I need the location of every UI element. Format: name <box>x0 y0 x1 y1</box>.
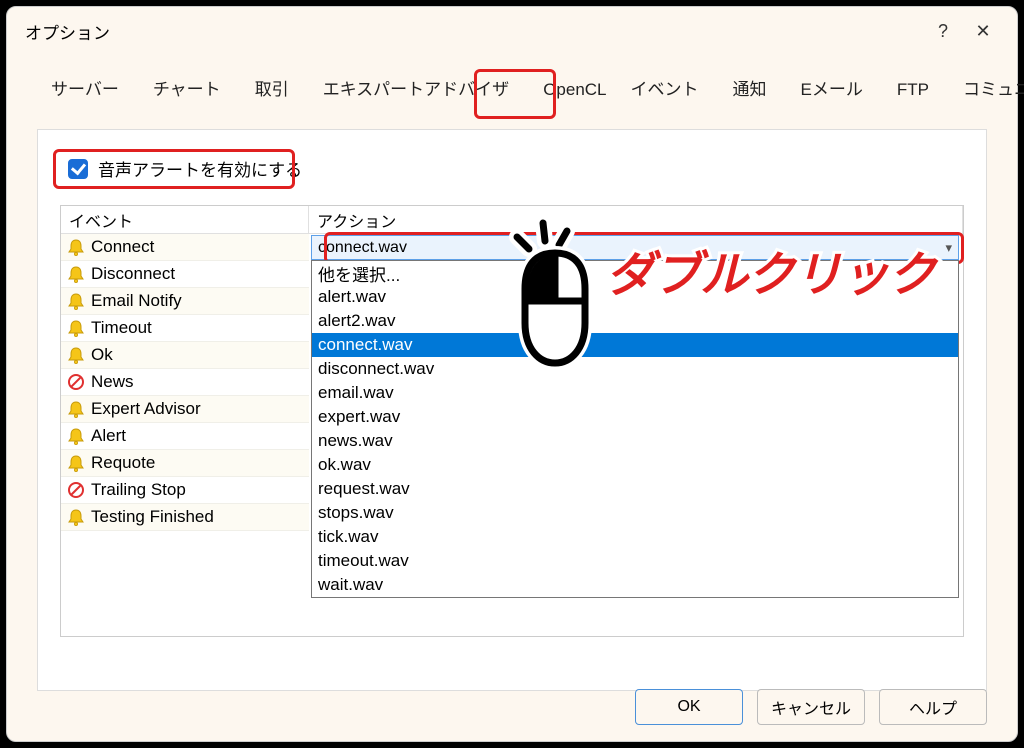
dropdown-item[interactable]: expert.wav <box>312 405 958 429</box>
action-cell-connect[interactable]: connect.wav ▾ <box>309 234 963 261</box>
dropdown-item[interactable]: disconnect.wav <box>312 357 958 381</box>
event-cell[interactable]: Alert <box>61 423 309 450</box>
help-button-bottom[interactable]: ヘルプ <box>879 689 987 725</box>
event-cell[interactable]: Email Notify <box>61 288 309 315</box>
tabs: サーバー チャート 取引 エキスパートアドバイザ OpenCL イベント 通知 … <box>7 51 1017 107</box>
tab-expert-advisor[interactable]: エキスパートアドバイザ <box>307 69 526 106</box>
header-event: イベント <box>61 206 309 234</box>
event-label: Ok <box>91 345 113 365</box>
bell-icon <box>67 265 85 283</box>
dropdown-item[interactable]: alert.wav <box>312 285 958 309</box>
cancel-button[interactable]: キャンセル <box>757 689 865 725</box>
table-header: イベント アクション <box>61 206 963 234</box>
tab-community[interactable]: コミュニティー <box>947 69 1024 106</box>
disabled-icon <box>67 373 85 391</box>
tab-content: 音声アラートを有効にする イベント アクション Connect Disconnec… <box>37 129 987 691</box>
bell-icon <box>67 400 85 418</box>
event-label: Disconnect <box>91 264 175 284</box>
bell-icon <box>67 346 85 364</box>
help-button[interactable]: ? <box>923 21 963 42</box>
event-label: News <box>91 372 134 392</box>
disabled-icon <box>67 481 85 499</box>
dropdown-item[interactable]: request.wav <box>312 477 958 501</box>
event-cell[interactable]: Testing Finished <box>61 504 309 531</box>
action-combobox[interactable]: connect.wav ▾ <box>311 235 959 260</box>
event-label: Alert <box>91 426 126 446</box>
bell-icon <box>67 319 85 337</box>
ok-button[interactable]: OK <box>635 689 743 725</box>
dropdown-item[interactable]: news.wav <box>312 429 958 453</box>
titlebar: オプション ? ✕ <box>7 7 1017 51</box>
tab-ftp[interactable]: FTP <box>881 74 945 106</box>
dropdown-item[interactable]: alert2.wav <box>312 309 958 333</box>
event-label: Trailing Stop <box>91 480 186 500</box>
events-table: イベント アクション Connect Disconnect Email Notify… <box>60 205 964 637</box>
event-cell[interactable]: Trailing Stop <box>61 477 309 504</box>
event-label: Testing Finished <box>91 507 214 527</box>
dropdown-item[interactable]: email.wav <box>312 381 958 405</box>
dialog-buttons: OK キャンセル ヘルプ <box>635 689 987 725</box>
dropdown-item[interactable]: 他を選択... <box>312 261 958 285</box>
event-label: Connect <box>91 237 154 257</box>
event-cell[interactable]: Ok <box>61 342 309 369</box>
bell-icon <box>67 238 85 256</box>
dropdown-item[interactable]: timeout.wav <box>312 549 958 573</box>
bell-icon <box>67 508 85 526</box>
tab-chart[interactable]: チャート <box>137 69 237 106</box>
combobox-value: connect.wav <box>318 239 407 257</box>
event-label: Timeout <box>91 318 152 338</box>
dropdown-item[interactable]: connect.wav <box>312 333 958 357</box>
chevron-down-icon: ▾ <box>945 240 952 256</box>
dropdown-item[interactable]: ok.wav <box>312 453 958 477</box>
header-action: アクション <box>309 206 963 234</box>
event-cell[interactable]: Disconnect <box>61 261 309 288</box>
bell-icon <box>67 427 85 445</box>
event-cell[interactable]: News <box>61 369 309 396</box>
event-label: Expert Advisor <box>91 399 201 419</box>
dropdown-item[interactable]: wait.wav <box>312 573 958 597</box>
combobox-dropdown[interactable]: 他を選択...alert.wavalert2.wavconnect.wavdis… <box>311 260 959 598</box>
options-dialog: オプション ? ✕ サーバー チャート 取引 エキスパートアドバイザ OpenC… <box>6 6 1018 742</box>
event-cell[interactable]: Timeout <box>61 315 309 342</box>
tab-events[interactable]: イベント <box>615 69 715 106</box>
close-button[interactable]: ✕ <box>963 21 1003 42</box>
event-cell[interactable]: Connect <box>61 234 309 261</box>
checkbox-label: 音声アラートを有効にする <box>98 156 302 181</box>
checkbox-icon <box>68 159 88 179</box>
event-label: Email Notify <box>91 291 182 311</box>
tab-trade[interactable]: 取引 <box>239 69 305 106</box>
bell-icon <box>67 292 85 310</box>
tab-opencl[interactable]: OpenCL <box>527 74 612 106</box>
tab-notifications[interactable]: 通知 <box>717 69 783 106</box>
tab-email[interactable]: Eメール <box>785 69 879 106</box>
event-cell[interactable]: Expert Advisor <box>61 396 309 423</box>
event-label: Requote <box>91 453 155 473</box>
dropdown-item[interactable]: stops.wav <box>312 501 958 525</box>
enable-sound-alerts[interactable]: 音声アラートを有効にする <box>60 152 310 185</box>
bell-icon <box>67 454 85 472</box>
window-title: オプション <box>25 19 923 44</box>
dropdown-item[interactable]: tick.wav <box>312 525 958 549</box>
tab-server[interactable]: サーバー <box>35 69 135 106</box>
event-cell[interactable]: Requote <box>61 450 309 477</box>
